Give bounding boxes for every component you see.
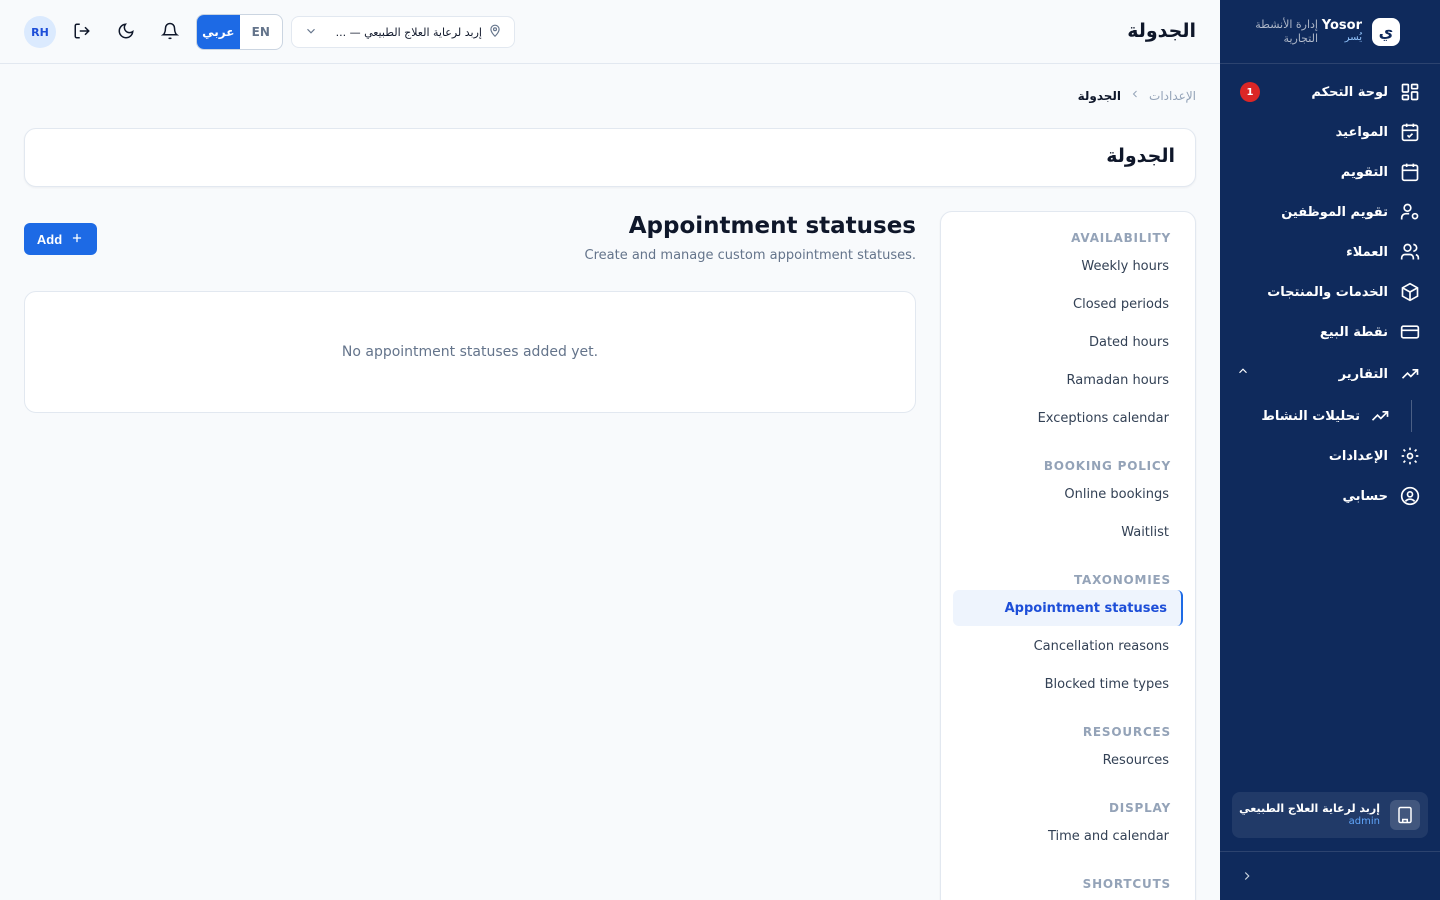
brand-header: ي Yosor يُسر إدارة الأنشطة التجارية <box>1220 0 1440 64</box>
calendar-check-icon <box>1400 122 1420 142</box>
sidebar-item-services[interactable]: الخدمات والمنتجات <box>1220 272 1440 312</box>
section-title: الجدولة <box>1106 145 1175 167</box>
content-title: Appointment statuses <box>628 213 916 239</box>
package-icon <box>1400 282 1420 302</box>
brand-name-ar: يُسر <box>1344 32 1362 44</box>
location-name: إربد لرعاية العلاج الطبيعي — ... <box>335 25 482 39</box>
moon-icon[interactable] <box>117 22 137 42</box>
settings-item-resources[interactable]: Resources <box>953 742 1183 778</box>
settings-item-ramadan-hours[interactable]: Ramadan hours <box>953 362 1183 398</box>
settings-group-availability: AVAILABILITY <box>1071 231 1171 245</box>
sidebar-item-appointments[interactable]: المواعيد <box>1220 112 1440 152</box>
add-button-label: Add <box>36 231 63 247</box>
user-circle-icon <box>1400 486 1420 506</box>
building-icon <box>1390 800 1420 830</box>
sidebar-subitem-activity-analytics[interactable]: تحليلات النشاط <box>1220 396 1440 436</box>
settings-item-cancellation-reasons[interactable]: Cancellation reasons <box>953 628 1183 664</box>
organization-name: إربد لرعاية العلاج الطبيعي <box>1239 802 1380 816</box>
settings-item-waitlist[interactable]: Waitlist <box>953 514 1183 550</box>
submenu-line <box>1411 400 1412 432</box>
sidebar-nav: 1 لوحة التحكم المواعيد التقويم تقويم الم… <box>1220 72 1440 516</box>
location-select-value: إربد لرعاية العلاج الطبيعي — ... <box>336 24 502 41</box>
trending-up-icon <box>1400 364 1420 384</box>
sidebar-item-label: التقارير <box>1338 366 1388 382</box>
organization-switcher[interactable]: إربد لرعاية العلاج الطبيعي admin <box>1232 792 1428 838</box>
user-avatar[interactable]: RH <box>24 16 56 48</box>
sidebar-item-calendar[interactable]: التقويم <box>1220 152 1440 192</box>
notification-badge: 1 <box>1240 82 1260 102</box>
empty-state-card: No appointment statuses added yet. <box>24 291 916 413</box>
settings-item-blocked-time-types[interactable]: Blocked time types <box>953 666 1183 702</box>
settings-group-shortcuts: SHORTCUTS <box>1082 877 1171 891</box>
sidebar-item-label: تقويم الموظفين <box>1281 204 1388 220</box>
sidebar-item-label: لوحة التحكم <box>1311 84 1388 100</box>
section-header-card: الجدولة <box>24 128 1196 187</box>
sidebar-item-label: التقويم <box>1340 164 1388 180</box>
dashboard-icon <box>1400 82 1420 102</box>
settings-icon <box>1400 446 1420 466</box>
language-switcher: عربي EN <box>196 14 283 50</box>
calendar-icon <box>1400 162 1420 182</box>
sidebar-item-label: العملاء <box>1346 244 1388 260</box>
settings-group-resources: RESOURCES <box>1082 725 1171 739</box>
bell-icon[interactable] <box>160 22 181 42</box>
credit-card-icon <box>1400 322 1420 342</box>
settings-nav: AVAILABILITY Weekly hours Closed periods… <box>940 211 1196 900</box>
empty-state-text: No appointment statuses added yet. <box>341 344 599 360</box>
chevron-right-icon[interactable] <box>1240 868 1256 884</box>
breadcrumb: الإعدادات الجدولة <box>1078 88 1196 103</box>
users-icon <box>1400 242 1420 262</box>
sidebar-item-my-account[interactable]: حسابي <box>1220 476 1440 516</box>
brand-subtitle: إدارة الأنشطة التجارية <box>1255 17 1318 45</box>
sidebar-item-clients[interactable]: العملاء <box>1220 232 1440 272</box>
sidebar-item-reports[interactable]: التقارير <box>1220 352 1440 396</box>
settings-group-taxonomies: TAXONOMIES <box>1073 573 1171 587</box>
trending-up-icon <box>1370 406 1390 426</box>
user-cog-icon <box>1400 202 1420 222</box>
chevron-up-icon[interactable] <box>1236 364 1252 380</box>
sidebar-item-label: الخدمات والمنتجات <box>1267 284 1388 300</box>
content-description: Create and manage custom appointment sta… <box>584 248 917 263</box>
top-bar: الجدولة RH عربي EN إربد لرعاية العلاج ال… <box>0 0 1220 64</box>
settings-item-exceptions-calendar[interactable]: Exceptions calendar <box>953 400 1183 436</box>
sidebar-divider <box>1220 851 1440 852</box>
sidebar-item-pos[interactable]: نقطة البيع <box>1220 312 1440 352</box>
settings-item-dated-hours[interactable]: Dated hours <box>953 324 1183 360</box>
logout-icon[interactable] <box>73 22 93 42</box>
sidebar-item-settings[interactable]: الإعدادات <box>1220 436 1440 476</box>
sidebar: ي Yosor يُسر إدارة الأنشطة التجارية 1 لو… <box>1220 0 1440 900</box>
settings-item-time-and-calendar[interactable]: Time and calendar <box>953 818 1183 854</box>
settings-item-appointment-statuses[interactable]: Appointment statuses <box>953 590 1183 626</box>
chevron-down-icon <box>304 23 318 42</box>
settings-item-weekly-hours[interactable]: Weekly hours <box>953 248 1183 284</box>
language-en-button[interactable]: EN <box>240 15 283 49</box>
settings-item-closed-periods[interactable]: Closed periods <box>953 286 1183 322</box>
brand-logo-icon: ي <box>1372 17 1400 46</box>
settings-group-booking-policy: BOOKING POLICY <box>1043 459 1171 473</box>
breadcrumb-current: الجدولة <box>1077 88 1122 103</box>
location-select[interactable]: إربد لرعاية العلاج الطبيعي — ... <box>291 16 515 48</box>
plus-icon <box>70 231 84 248</box>
organization-role: admin <box>1348 815 1380 827</box>
sidebar-item-dashboard[interactable]: 1 لوحة التحكم <box>1220 72 1440 112</box>
sidebar-item-label: الإعدادات <box>1328 448 1388 464</box>
sidebar-item-label: المواعيد <box>1335 124 1388 140</box>
sidebar-item-label: تحليلات النشاط <box>1261 408 1360 424</box>
chevron-left-icon <box>1129 88 1141 103</box>
map-pin-icon <box>488 24 502 41</box>
brand-logo-group[interactable]: ي Yosor يُسر <box>1322 17 1400 46</box>
sidebar-item-label: حسابي <box>1342 488 1388 504</box>
sidebar-item-staff-calendar[interactable]: تقويم الموظفين <box>1220 192 1440 232</box>
brand-names: Yosor يُسر <box>1322 19 1362 43</box>
add-status-button[interactable]: Add <box>24 223 97 255</box>
organization-info: إربد لرعاية العلاج الطبيعي admin <box>1239 802 1380 827</box>
sidebar-item-label: نقطة البيع <box>1319 324 1388 340</box>
language-ar-button[interactable]: عربي <box>197 15 240 49</box>
breadcrumb-parent[interactable]: الإعدادات <box>1149 89 1196 103</box>
page-title: الجدولة <box>1127 20 1196 42</box>
settings-item-online-bookings[interactable]: Online bookings <box>953 476 1183 512</box>
settings-group-display: DISPLAY <box>1109 801 1171 815</box>
